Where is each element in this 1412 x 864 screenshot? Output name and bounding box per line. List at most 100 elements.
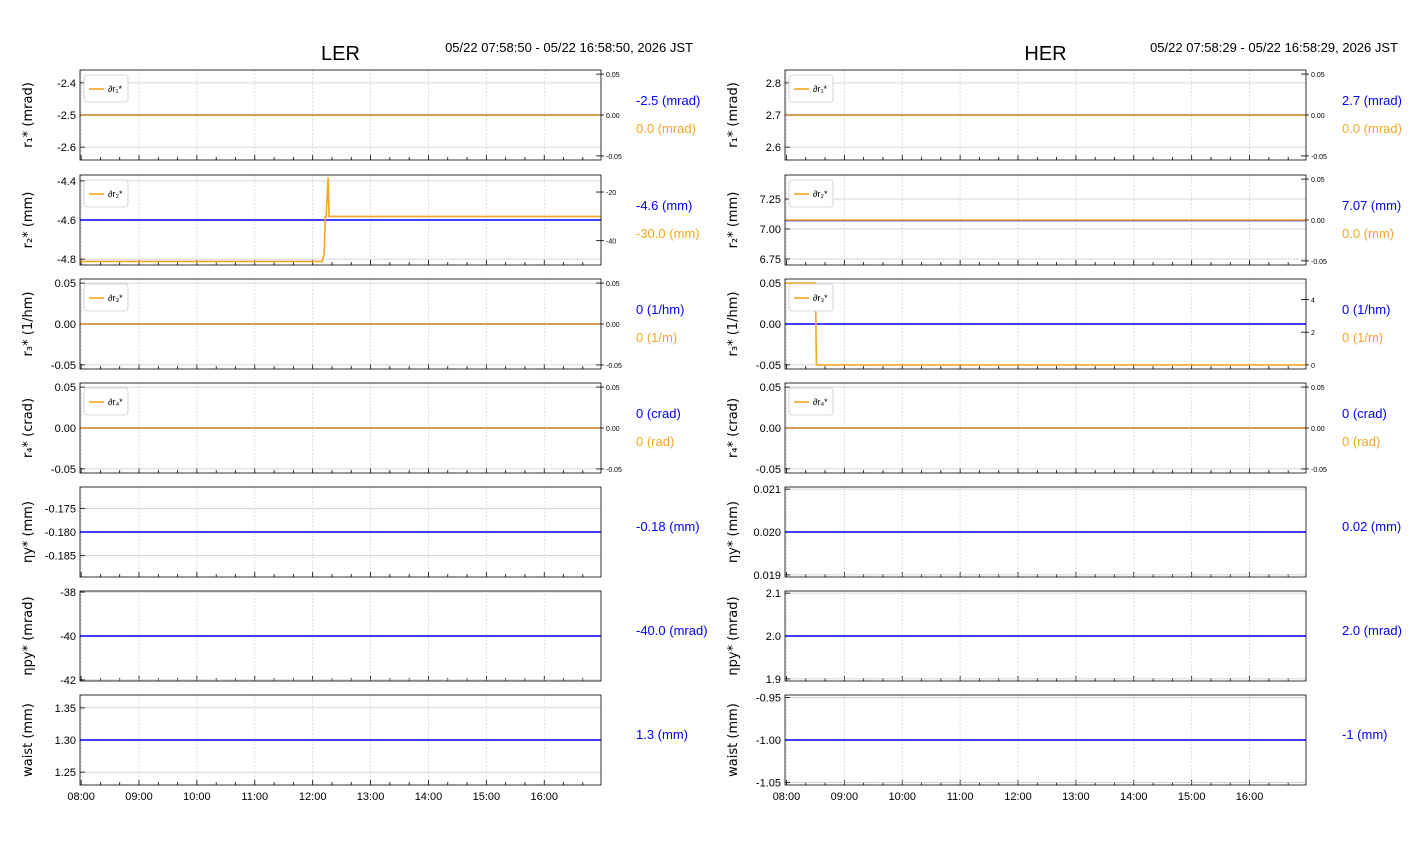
- panel-6: 2.1 2.0 1.9 ηpy* (mrad) 2.0 (mrad): [726, 588, 1402, 686]
- y-tick-label: 2.0: [766, 631, 781, 643]
- y-tick-label: -0.175: [45, 503, 76, 515]
- y-tick-label: 1.30: [55, 735, 76, 747]
- chart-title: HER: [1024, 43, 1066, 65]
- right-y-tick-label: -0.05: [606, 467, 622, 474]
- panel-5: -0.175 -0.180 -0.185 ηy* (mm) -0.18 (mm): [21, 486, 700, 578]
- y-tick-label: 2.8: [766, 78, 781, 90]
- current-delta: 0.0 (mrad): [1342, 121, 1402, 136]
- legend-label: ∂r₂*: [813, 189, 828, 199]
- current-value: -4.6 (mm): [636, 198, 692, 213]
- x-tick-label: 12:00: [299, 791, 327, 803]
- y-tick-label: 1.25: [55, 767, 76, 779]
- monitor-charts: LER 05/22 07:58:50 - 05/22 16:58:50, 2026…: [21, 40, 1402, 803]
- legend-label: ∂r₃*: [813, 293, 828, 303]
- x-tick-label: 08:00: [67, 791, 95, 803]
- y-tick-label: 0.05: [760, 382, 781, 394]
- y-tick-label: 0.00: [760, 319, 781, 331]
- legend-label: ∂r₁*: [108, 84, 122, 94]
- y-tick-label: -0.05: [51, 464, 76, 476]
- y-tick-label: -4.4: [57, 176, 76, 188]
- y-tick-label: -0.95: [756, 693, 781, 705]
- right-y-tick-label: -0.05: [606, 363, 622, 370]
- current-value: 1.3 (mm): [636, 727, 688, 742]
- y-tick-label: -2.5: [57, 110, 76, 122]
- legend: ∂r₁*: [83, 74, 129, 103]
- x-tick-label: 11:00: [947, 791, 974, 803]
- current-value: 0 (crad): [636, 406, 681, 421]
- y-tick-label: 0.05: [55, 382, 76, 394]
- y-tick-label: 6.75: [760, 254, 781, 266]
- legend: ∂r₄*: [83, 387, 129, 416]
- panel-4: 0.05 0.00 -0.05 0.05 0.00 -0.05 ∂r₄* r₄* (crad)…: [726, 382, 1387, 476]
- legend-label: ∂r₂*: [108, 189, 123, 199]
- x-tick-label: 08:00: [773, 791, 801, 803]
- legend: ∂r₂*: [788, 179, 834, 208]
- panel-7: 1.35 1.30 1.25 waist (mm) 1.3 (mm) 08:00 09:00…: [21, 694, 688, 803]
- y-axis-label: ηpy* (mrad): [726, 596, 741, 675]
- current-value: -0.18 (mm): [636, 519, 700, 534]
- y-axis-label: r₁* (mrad): [21, 82, 36, 148]
- right-y-tick-label: -20: [606, 190, 616, 197]
- right-y-tick-label: -0.05: [1311, 259, 1327, 266]
- x-tick-label: 09:00: [125, 791, 153, 803]
- current-value: 0 (1/hm): [1342, 302, 1390, 317]
- panel-1: 2.8 2.7 2.6 0.05 0.00 -0.05 ∂r₁* r₁* (mrad) 2.7 …: [726, 69, 1402, 161]
- x-tick-label: 14:00: [415, 791, 443, 803]
- y-tick-label: 0.00: [55, 423, 76, 435]
- panel-2: 7.25 7.00 6.75 0.05 0.00 -0.05 ∂r₂* r₂* (mm) 7.0…: [726, 174, 1401, 266]
- y-tick-label: -42: [60, 675, 76, 687]
- y-tick-label: -2.6: [57, 142, 76, 154]
- right-y-tick-label: 0.05: [606, 72, 620, 79]
- time-range-label: 05/22 07:58:29 - 05/22 16:58:29, 2026 JS…: [1150, 40, 1398, 55]
- current-value: 0 (1/hm): [636, 302, 684, 317]
- y-tick-label: -1.00: [756, 735, 781, 747]
- y-axis-label: r₃* (1/hm): [726, 292, 741, 357]
- y-tick-label: 7.00: [760, 224, 781, 236]
- current-value: -1 (mm): [1342, 727, 1388, 742]
- panel-3: 0.05 0.00 -0.05 4 2 0 ∂r₃* r₃* (1/hm) 0 (1/hm) 0 …: [726, 278, 1390, 372]
- chart-her: HER 05/22 07:58:29 - 05/22 16:58:29, 2026…: [726, 40, 1402, 803]
- current-value: -40.0 (mrad): [636, 623, 708, 638]
- current-delta: 0 (rad): [636, 434, 674, 449]
- y-axis-label: r₄* (crad): [21, 398, 36, 458]
- panel-3: 0.05 0.00 -0.05 0.05 0.00 -0.05 ∂r₃* r₃* (1/hm)…: [21, 278, 684, 372]
- right-y-tick-label: 0.05: [1311, 177, 1325, 184]
- x-tick-label: 15:00: [473, 791, 501, 803]
- right-y-tick-label: 0.00: [606, 322, 620, 329]
- y-tick-label: -4.8: [57, 254, 76, 266]
- right-y-tick-label: 0.05: [1311, 72, 1325, 79]
- current-value: -2.5 (mrad): [636, 93, 700, 108]
- right-y-tick-label: 2: [1311, 330, 1315, 337]
- right-y-tick-label: 0.05: [1311, 385, 1325, 392]
- current-value: 2.7 (mrad): [1342, 93, 1402, 108]
- right-y-tick-label: -0.05: [1311, 467, 1327, 474]
- right-y-tick-label: 0.05: [606, 385, 620, 392]
- y-axis-label: r₁* (mrad): [726, 82, 741, 148]
- y-tick-label: 0.05: [55, 278, 76, 290]
- y-axis-label: ηy* (mm): [726, 501, 741, 563]
- right-y-tick-label: 0.05: [606, 281, 620, 288]
- y-tick-label: -0.05: [756, 360, 781, 372]
- y-tick-label: 0.021: [753, 484, 781, 496]
- legend-label: ∂r₄*: [108, 397, 123, 407]
- x-tick-label: 10:00: [183, 791, 211, 803]
- x-tick-label: 12:00: [1004, 791, 1032, 803]
- y-axis-label: waist (mm): [21, 703, 36, 777]
- panel-4: 0.05 0.00 -0.05 0.05 0.00 -0.05 ∂r₄* r₄* (crad)…: [21, 382, 681, 476]
- current-delta: 0 (1/m): [1342, 330, 1383, 345]
- legend: ∂r₃*: [788, 283, 834, 312]
- chart-title: LER: [321, 43, 360, 65]
- current-value: 0 (crad): [1342, 406, 1387, 421]
- y-tick-label: -4.6: [57, 215, 76, 227]
- y-tick-label: -38: [60, 587, 76, 599]
- right-y-tick-label: 0.00: [1311, 113, 1325, 120]
- y-tick-label: -40: [60, 631, 76, 643]
- x-tick-label: 16:00: [1236, 791, 1264, 803]
- panel-5: 0.021 0.020 0.019 ηy* (mm) 0.02 (mm): [726, 484, 1401, 582]
- current-value: 2.0 (mrad): [1342, 623, 1402, 638]
- y-tick-label: -0.185: [45, 551, 76, 563]
- y-axis-label: waist (mm): [726, 703, 741, 777]
- legend-label: ∂r₄*: [813, 397, 828, 407]
- legend-label: ∂r₃*: [108, 293, 123, 303]
- y-axis-label: r₂* (mm): [21, 192, 36, 249]
